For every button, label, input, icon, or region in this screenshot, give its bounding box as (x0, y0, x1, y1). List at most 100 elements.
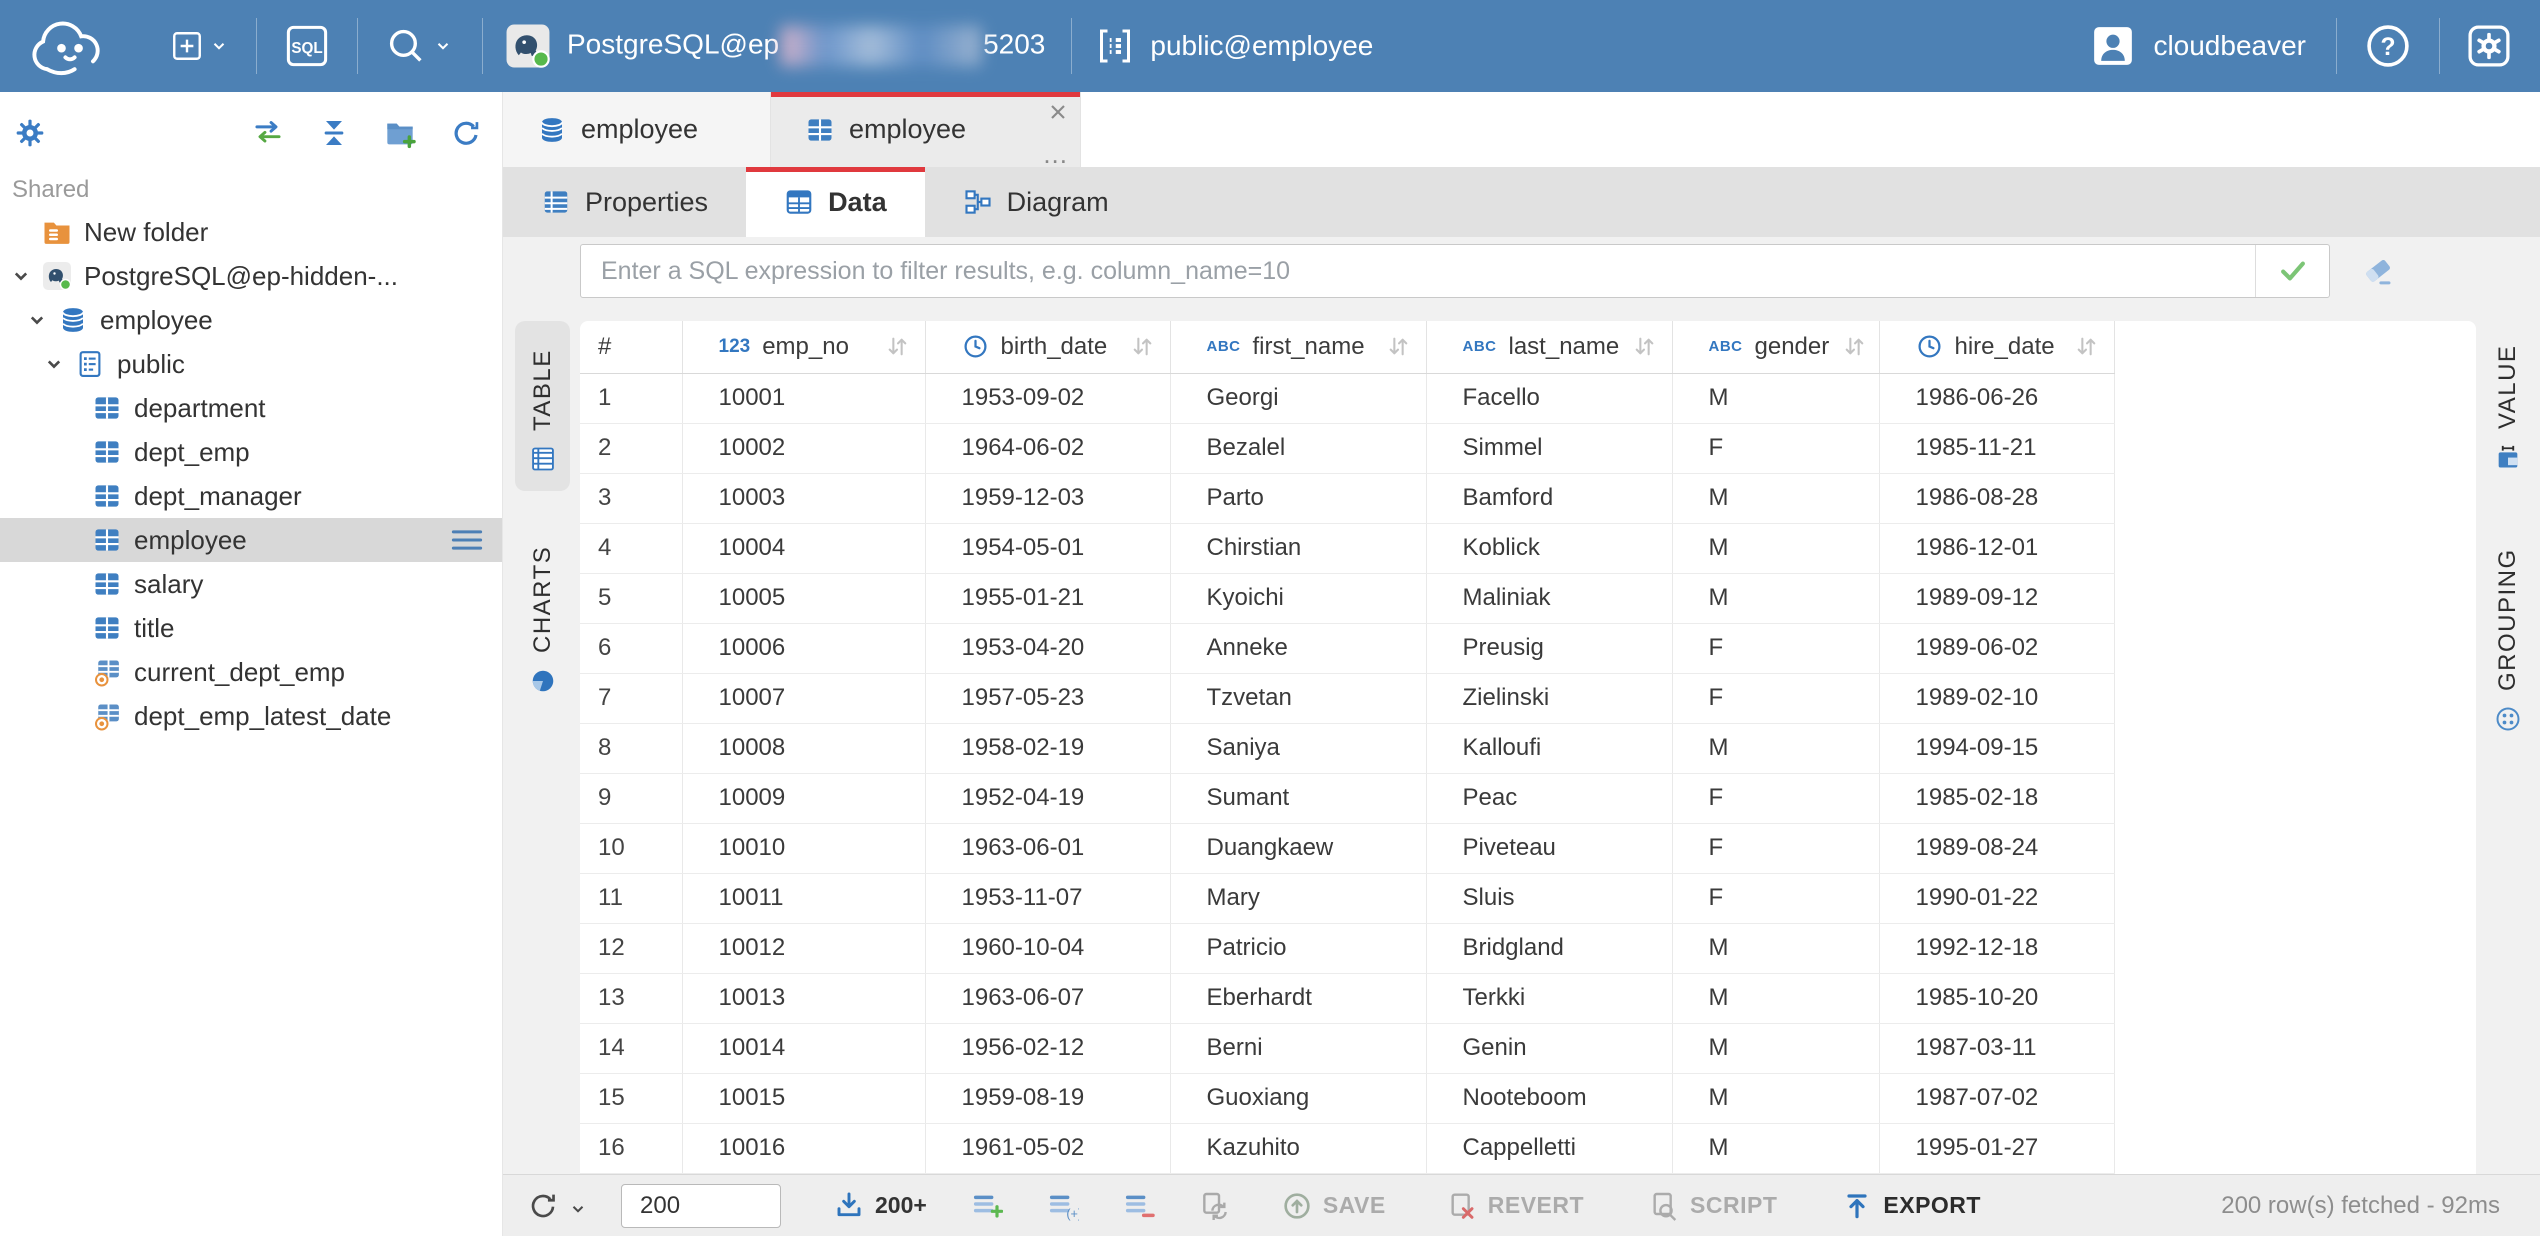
data-cell[interactable]: 10002 (682, 423, 925, 473)
data-cell[interactable]: 1961-05-02 (925, 1123, 1170, 1173)
data-cell[interactable]: 10005 (682, 573, 925, 623)
tree-item-title[interactable]: title (0, 606, 502, 650)
data-cell[interactable]: 1954-05-01 (925, 523, 1170, 573)
data-cell[interactable]: 1960-10-04 (925, 923, 1170, 973)
add-row-button[interactable] (971, 1190, 1003, 1222)
data-cell[interactable]: 1957-05-23 (925, 673, 1170, 723)
data-cell[interactable]: 10014 (682, 1023, 925, 1073)
delete-row-button[interactable] (1123, 1190, 1155, 1222)
data-cell[interactable]: Parto (1170, 473, 1426, 523)
data-cell[interactable]: M (1672, 1123, 1879, 1173)
script-button[interactable]: SCRIPT (1648, 1190, 1777, 1222)
export-button[interactable]: EXPORT (1841, 1190, 1981, 1222)
panel-tab-value[interactable]: VALUE (2480, 321, 2535, 489)
data-cell[interactable]: Saniya (1170, 723, 1426, 773)
page-size-input[interactable] (621, 1184, 781, 1228)
row-number-cell[interactable]: 10 (580, 823, 682, 873)
help-button[interactable]: ? (2365, 23, 2411, 69)
data-cell[interactable]: 1959-08-19 (925, 1073, 1170, 1123)
data-cell[interactable]: 1952-04-19 (925, 773, 1170, 823)
data-cell[interactable]: Chirstian (1170, 523, 1426, 573)
data-cell[interactable]: M (1672, 473, 1879, 523)
data-cell[interactable]: 10010 (682, 823, 925, 873)
data-cell[interactable]: Kazuhito (1170, 1123, 1426, 1173)
data-cell[interactable]: 1958-02-19 (925, 723, 1170, 773)
row-number-cell[interactable]: 13 (580, 973, 682, 1023)
data-cell[interactable]: Eberhardt (1170, 973, 1426, 1023)
fetch-more-button[interactable]: 200+ (833, 1190, 927, 1222)
data-cell[interactable]: 1986-06-26 (1879, 373, 2114, 423)
row-number-cell[interactable]: 4 (580, 523, 682, 573)
schema-selector[interactable]: public@employee (1094, 25, 1373, 67)
tab-diagram[interactable]: Diagram (925, 167, 1147, 237)
sql-filter-input[interactable] (581, 245, 2255, 297)
data-cell[interactable]: 1987-07-02 (1879, 1073, 2114, 1123)
data-cell[interactable]: 1985-02-18 (1879, 773, 2114, 823)
refresh-results-button[interactable] (527, 1190, 587, 1222)
settings-button[interactable] (2466, 23, 2512, 69)
data-cell[interactable]: 1955-01-21 (925, 573, 1170, 623)
data-cell[interactable]: M (1672, 923, 1879, 973)
data-cell[interactable]: 1986-12-01 (1879, 523, 2114, 573)
row-number-cell[interactable]: 14 (580, 1023, 682, 1073)
data-cell[interactable]: M (1672, 523, 1879, 573)
panel-tab-grouping[interactable]: GROUPING (2480, 515, 2535, 751)
data-cell[interactable]: Bamford (1426, 473, 1672, 523)
data-cell[interactable]: Sluis (1426, 873, 1672, 923)
data-cell[interactable]: Kalloufi (1426, 723, 1672, 773)
data-cell[interactable]: M (1672, 1023, 1879, 1073)
data-cell[interactable]: 1989-08-24 (1879, 823, 2114, 873)
data-cell[interactable]: 1989-02-10 (1879, 673, 2114, 723)
row-number-cell[interactable]: 15 (580, 1073, 682, 1123)
data-cell[interactable]: Kyoichi (1170, 573, 1426, 623)
link-editor-icon[interactable] (252, 117, 284, 149)
data-cell[interactable]: Duangkaew (1170, 823, 1426, 873)
refresh-icon[interactable] (450, 117, 482, 149)
data-cell[interactable]: 1985-11-21 (1879, 423, 2114, 473)
column-header-hire-date[interactable]: hire_date (1879, 321, 2114, 373)
tab-data[interactable]: Data (746, 167, 925, 237)
data-cell[interactable]: Patricio (1170, 923, 1426, 973)
new-object-button[interactable] (170, 29, 228, 63)
data-cell[interactable]: 10011 (682, 873, 925, 923)
data-cell[interactable]: 1963-06-07 (925, 973, 1170, 1023)
data-cell[interactable]: 1995-01-27 (1879, 1123, 2114, 1173)
search-button[interactable] (384, 24, 452, 68)
auto-refresh-button[interactable] (1199, 1190, 1231, 1222)
data-cell[interactable]: 10012 (682, 923, 925, 973)
data-cell[interactable]: 10003 (682, 473, 925, 523)
sort-icon[interactable] (1841, 333, 1868, 360)
apply-filter-button[interactable] (2255, 245, 2329, 297)
chevron-down-icon[interactable] (8, 263, 42, 289)
tree-item-dept-manager[interactable]: dept_manager (0, 474, 502, 518)
tree-item-current-dept-emp[interactable]: current_dept_emp (0, 650, 502, 694)
data-cell[interactable]: 10009 (682, 773, 925, 823)
save-button[interactable]: SAVE (1281, 1190, 1386, 1222)
data-cell[interactable]: F (1672, 423, 1879, 473)
data-cell[interactable]: F (1672, 773, 1879, 823)
data-cell[interactable]: 10004 (682, 523, 925, 573)
tree-item-employee[interactable]: employee (0, 518, 502, 562)
tab-employee-1[interactable]: employee... (771, 92, 1081, 167)
data-cell[interactable]: 1992-12-18 (1879, 923, 2114, 973)
data-cell[interactable]: M (1672, 573, 1879, 623)
data-cell[interactable]: 1989-09-12 (1879, 573, 2114, 623)
new-folder-icon[interactable] (384, 117, 416, 149)
row-number-cell[interactable]: 8 (580, 723, 682, 773)
data-cell[interactable]: Simmel (1426, 423, 1672, 473)
row-number-cell[interactable]: 6 (580, 623, 682, 673)
data-cell[interactable]: F (1672, 823, 1879, 873)
tree-item-public[interactable]: public (0, 342, 502, 386)
sort-icon[interactable] (1631, 333, 1658, 360)
duplicate-row-button[interactable]: (+) (1047, 1190, 1079, 1222)
revert-button[interactable]: REVERT (1446, 1190, 1584, 1222)
data-cell[interactable]: 10008 (682, 723, 925, 773)
data-cell[interactable]: 10015 (682, 1073, 925, 1123)
data-cell[interactable]: 1963-06-01 (925, 823, 1170, 873)
data-cell[interactable]: Bridgland (1426, 923, 1672, 973)
data-cell[interactable]: Bezalel (1170, 423, 1426, 473)
row-number-cell[interactable]: 9 (580, 773, 682, 823)
sort-icon[interactable] (1129, 333, 1156, 360)
data-cell[interactable]: Preusig (1426, 623, 1672, 673)
tree-item-dept-emp-latest-date[interactable]: dept_emp_latest_date (0, 694, 502, 738)
